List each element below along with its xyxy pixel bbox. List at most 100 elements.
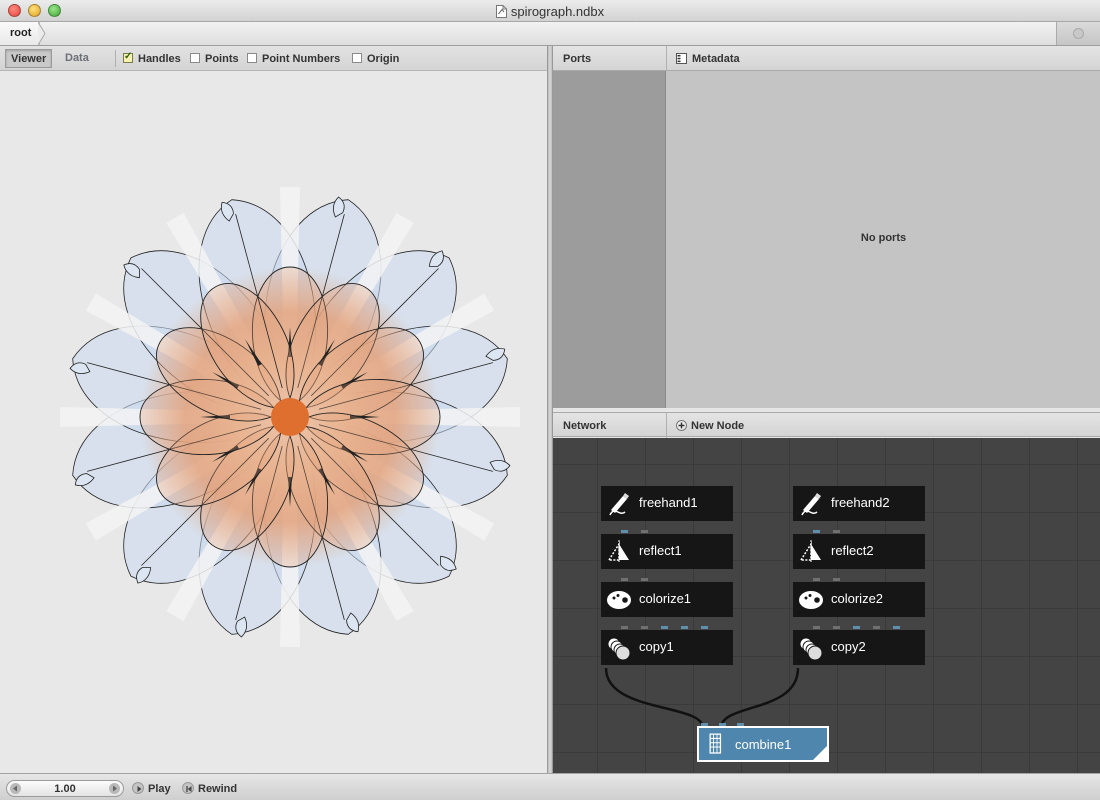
address-bar: root — [0, 22, 1100, 46]
node-colorize2[interactable]: colorize2 — [793, 582, 925, 617]
copy-icon — [607, 637, 631, 661]
rewind-icon — [182, 782, 194, 794]
handles-label: Handles — [138, 53, 181, 65]
input-port[interactable] — [813, 578, 820, 581]
frame-value: 1.00 — [54, 783, 76, 795]
checkbox-checked-icon — [123, 51, 133, 63]
frame-increment-button[interactable] — [109, 783, 120, 794]
reflect-icon — [799, 540, 821, 563]
input-port[interactable] — [893, 626, 900, 629]
spirograph-drawing — [60, 187, 520, 647]
points-checkbox[interactable]: Points — [190, 53, 239, 67]
window-title: spirograph.ndbx — [510, 4, 605, 19]
progress-indicator — [1056, 22, 1100, 45]
points-label: Points — [205, 53, 239, 65]
ports-title: Ports — [563, 53, 592, 65]
toolbar-divider — [115, 50, 116, 67]
input-port[interactable] — [681, 626, 688, 629]
node-reflect1[interactable]: reflect1 — [601, 534, 733, 569]
network-pane: Network New Node freehand1 reflect1 colo… — [553, 408, 1100, 773]
title-bar: spirograph.ndbx — [0, 0, 1100, 22]
tab-data[interactable]: Data — [60, 49, 94, 68]
spirograph-shapes — [60, 187, 520, 647]
input-port[interactable] — [813, 626, 820, 629]
ports-pane: Ports Metadata No ports — [553, 46, 1100, 408]
breadcrumb-separator-icon — [38, 22, 46, 45]
playback-bar: 1.00 Play Rewind — [0, 773, 1100, 800]
play-button[interactable]: Play — [132, 782, 171, 795]
node-label: freehand1 — [639, 495, 698, 510]
checkbox-icon — [352, 53, 362, 63]
node-label: copy2 — [831, 639, 866, 654]
rewind-button[interactable]: Rewind — [182, 782, 237, 795]
node-copy1[interactable]: copy1 — [601, 630, 733, 665]
node-label: colorize1 — [639, 591, 692, 606]
metadata-tab[interactable]: Metadata — [676, 53, 740, 65]
node-freehand2[interactable]: freehand2 — [793, 486, 925, 521]
network-header: Network New Node — [553, 412, 1100, 438]
viewer-pane: Viewer Data Handles Points Point Numbers… — [0, 46, 547, 773]
node-label: combine1 — [735, 737, 792, 752]
window-title-group: spirograph.ndbx — [0, 4, 1100, 19]
metadata-label: Metadata — [692, 53, 740, 65]
input-port[interactable] — [621, 530, 628, 533]
arrow-right-icon — [113, 785, 117, 792]
input-port[interactable] — [833, 626, 840, 629]
center-dot — [271, 398, 309, 436]
input-port[interactable] — [621, 578, 628, 581]
freehand-icon — [801, 493, 821, 516]
input-port[interactable] — [853, 626, 860, 629]
new-node-label: New Node — [691, 420, 745, 432]
node-freehand1[interactable]: freehand1 — [601, 486, 733, 521]
node-copy2[interactable]: copy2 — [793, 630, 925, 665]
input-port[interactable] — [641, 626, 648, 629]
network-canvas[interactable]: freehand1 reflect1 colorize1 copy1 freeh… — [553, 438, 1100, 773]
input-port[interactable] — [873, 626, 880, 629]
checkbox-icon — [190, 53, 200, 63]
input-port[interactable] — [621, 626, 628, 629]
point-numbers-checkbox[interactable]: Point Numbers — [247, 53, 340, 67]
ports-header: Ports Metadata — [553, 46, 1100, 71]
input-port[interactable] — [813, 530, 820, 533]
new-node-button[interactable]: New Node — [676, 420, 744, 432]
input-port[interactable] — [661, 626, 668, 629]
frame-number-field[interactable]: 1.00 — [6, 780, 124, 797]
input-port[interactable] — [833, 530, 840, 533]
node-label: freehand2 — [831, 495, 890, 510]
combine-icon — [709, 733, 722, 754]
checkbox-icon — [247, 53, 257, 63]
breadcrumb-root[interactable]: root — [0, 22, 41, 45]
tab-viewer[interactable]: Viewer — [5, 49, 53, 68]
origin-label: Origin — [367, 53, 400, 65]
copy-icon — [799, 637, 823, 661]
node-label: reflect2 — [831, 543, 874, 558]
palette-icon — [607, 591, 631, 609]
palette-icon — [799, 591, 823, 609]
ports-list[interactable] — [553, 71, 666, 408]
point-numbers-label: Point Numbers — [262, 53, 341, 65]
input-port[interactable] — [641, 578, 648, 581]
no-ports-message: No ports — [860, 232, 907, 244]
viewer-canvas[interactable] — [0, 71, 547, 773]
origin-checkbox[interactable]: Origin — [352, 53, 399, 67]
play-label: Play — [148, 783, 171, 795]
input-port[interactable] — [833, 578, 840, 581]
handles-checkbox[interactable]: Handles — [123, 51, 181, 67]
document-icon — [495, 5, 507, 18]
node-reflect2[interactable]: reflect2 — [793, 534, 925, 569]
input-port[interactable] — [701, 626, 708, 629]
node-label: colorize2 — [831, 591, 884, 606]
node-combine1[interactable]: combine1 — [697, 726, 829, 762]
rendered-flag-icon — [813, 746, 827, 760]
input-port[interactable] — [641, 530, 648, 533]
header-divider — [666, 413, 667, 438]
node-label: copy1 — [639, 639, 674, 654]
add-icon — [676, 420, 687, 431]
play-icon — [132, 782, 144, 794]
node-colorize1[interactable]: colorize1 — [601, 582, 733, 617]
network-title: Network — [563, 420, 607, 432]
viewer-toolbar: Viewer Data Handles Points Point Numbers… — [0, 46, 547, 71]
rewind-label: Rewind — [198, 783, 238, 795]
header-divider — [666, 46, 667, 71]
port-editor: No ports — [667, 71, 1100, 408]
